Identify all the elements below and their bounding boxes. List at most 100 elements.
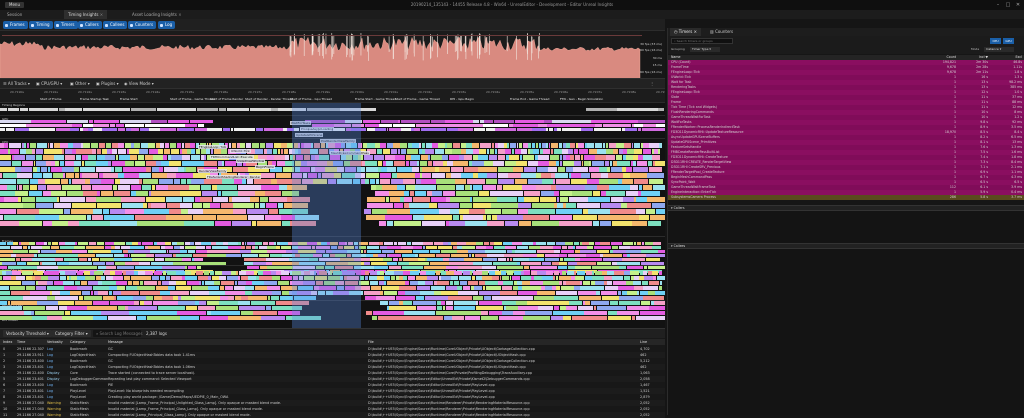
timing-event[interactable] [381,167,387,172]
timing-event[interactable] [608,143,616,148]
timing-event[interactable] [88,120,94,123]
timing-event[interactable] [580,286,592,290]
timing-event[interactable] [508,124,513,127]
timing-event[interactable] [497,258,507,261]
timing-event[interactable] [220,203,233,208]
timing-event[interactable] [607,316,632,320]
timing-event[interactable] [176,281,187,285]
timing-event[interactable] [504,254,523,257]
bookmark-marker[interactable]: Start of Frame - Gpu Thread [290,97,332,101]
timing-event[interactable] [644,276,653,280]
timing-event[interactable] [626,266,644,269]
timing-event[interactable] [574,161,582,166]
timing-event[interactable] [612,161,617,166]
timing-event[interactable] [401,246,413,249]
timing-event[interactable] [461,173,473,178]
timing-event[interactable] [567,266,575,269]
timing-event[interactable] [94,246,105,249]
timing-event[interactable] [212,197,229,202]
timing-event[interactable] [0,143,4,148]
timing-event[interactable] [389,191,404,196]
timing-event[interactable] [165,124,170,127]
timing-event[interactable] [531,143,536,148]
timing-event[interactable] [117,149,127,154]
timing-event[interactable] [403,179,416,184]
timing-event[interactable] [618,149,623,154]
event-label[interactable]: UWorld::Tick [230,149,251,153]
timing-event[interactable] [401,254,415,257]
timing-event[interactable] [0,291,11,295]
timing-event[interactable] [363,155,374,160]
timing-event[interactable] [608,173,623,178]
timing-event[interactable] [440,250,457,253]
timing-event[interactable] [485,128,495,131]
timing-event[interactable] [134,266,162,269]
timing-event[interactable] [599,221,612,226]
timing-event[interactable] [120,179,139,184]
timing-event[interactable] [215,306,239,310]
timing-event[interactable] [264,281,278,285]
timing-event[interactable] [0,221,19,226]
timing-event[interactable] [439,209,450,214]
timing-event[interactable] [590,281,595,285]
timing-event[interactable] [180,203,193,208]
timing-event[interactable] [184,246,196,249]
timing-event[interactable] [88,242,97,245]
timing-event[interactable] [552,311,584,315]
timing-event[interactable] [464,155,473,160]
timing-event[interactable] [462,286,471,290]
timing-event[interactable] [497,149,505,154]
timing-event[interactable] [432,128,447,131]
timing-event[interactable] [607,128,622,131]
timing-event[interactable] [536,250,554,253]
timing-event[interactable] [570,143,576,148]
timing-event[interactable] [139,149,149,154]
timing-event[interactable] [389,281,405,285]
timing-event[interactable] [140,143,148,148]
timing-event[interactable] [116,281,128,285]
timing-event[interactable] [430,286,446,290]
timing-event[interactable] [21,281,36,285]
timing-event[interactable] [468,250,485,253]
timing-event[interactable] [58,306,67,310]
timing-event[interactable] [46,161,51,166]
timing-event[interactable] [185,124,197,127]
timing-event[interactable] [389,197,400,202]
timing-event[interactable] [455,191,479,196]
timing-event[interactable] [460,143,466,148]
timing-event[interactable] [15,258,21,261]
bookmark-marker[interactable]: Start of Frame Render [210,97,243,101]
timing-event[interactable] [461,161,469,166]
timing-event[interactable] [97,266,106,269]
timing-event[interactable] [600,242,611,245]
timing-event[interactable] [111,161,125,166]
timing-event[interactable] [658,149,661,154]
timing-event[interactable] [195,301,199,305]
timing-event[interactable] [95,167,111,172]
timing-event[interactable] [161,281,169,285]
timing-event[interactable] [139,128,149,131]
timing-event[interactable] [281,271,290,275]
timing-event[interactable] [572,215,598,220]
timing-event[interactable] [200,155,204,160]
timing-event[interactable] [145,271,154,275]
timing-event[interactable] [257,271,263,275]
timing-event[interactable] [626,155,633,160]
timing-event[interactable] [191,271,196,275]
timing-event[interactable] [102,128,118,131]
timing-event[interactable] [164,258,182,261]
timing-event[interactable] [559,306,566,310]
timing-event[interactable] [523,316,539,320]
timing-event[interactable] [640,246,652,249]
timing-event[interactable] [555,173,569,178]
timing-event[interactable] [156,108,197,111]
timing-event[interactable] [21,271,27,275]
timing-event[interactable] [115,271,123,275]
timing-event[interactable] [182,155,191,160]
timing-event[interactable] [585,185,597,190]
timing-event[interactable] [271,108,278,111]
timing-event[interactable] [443,316,452,320]
timing-event[interactable] [21,161,34,166]
timing-event[interactable] [241,246,246,249]
timing-event[interactable] [22,246,28,249]
